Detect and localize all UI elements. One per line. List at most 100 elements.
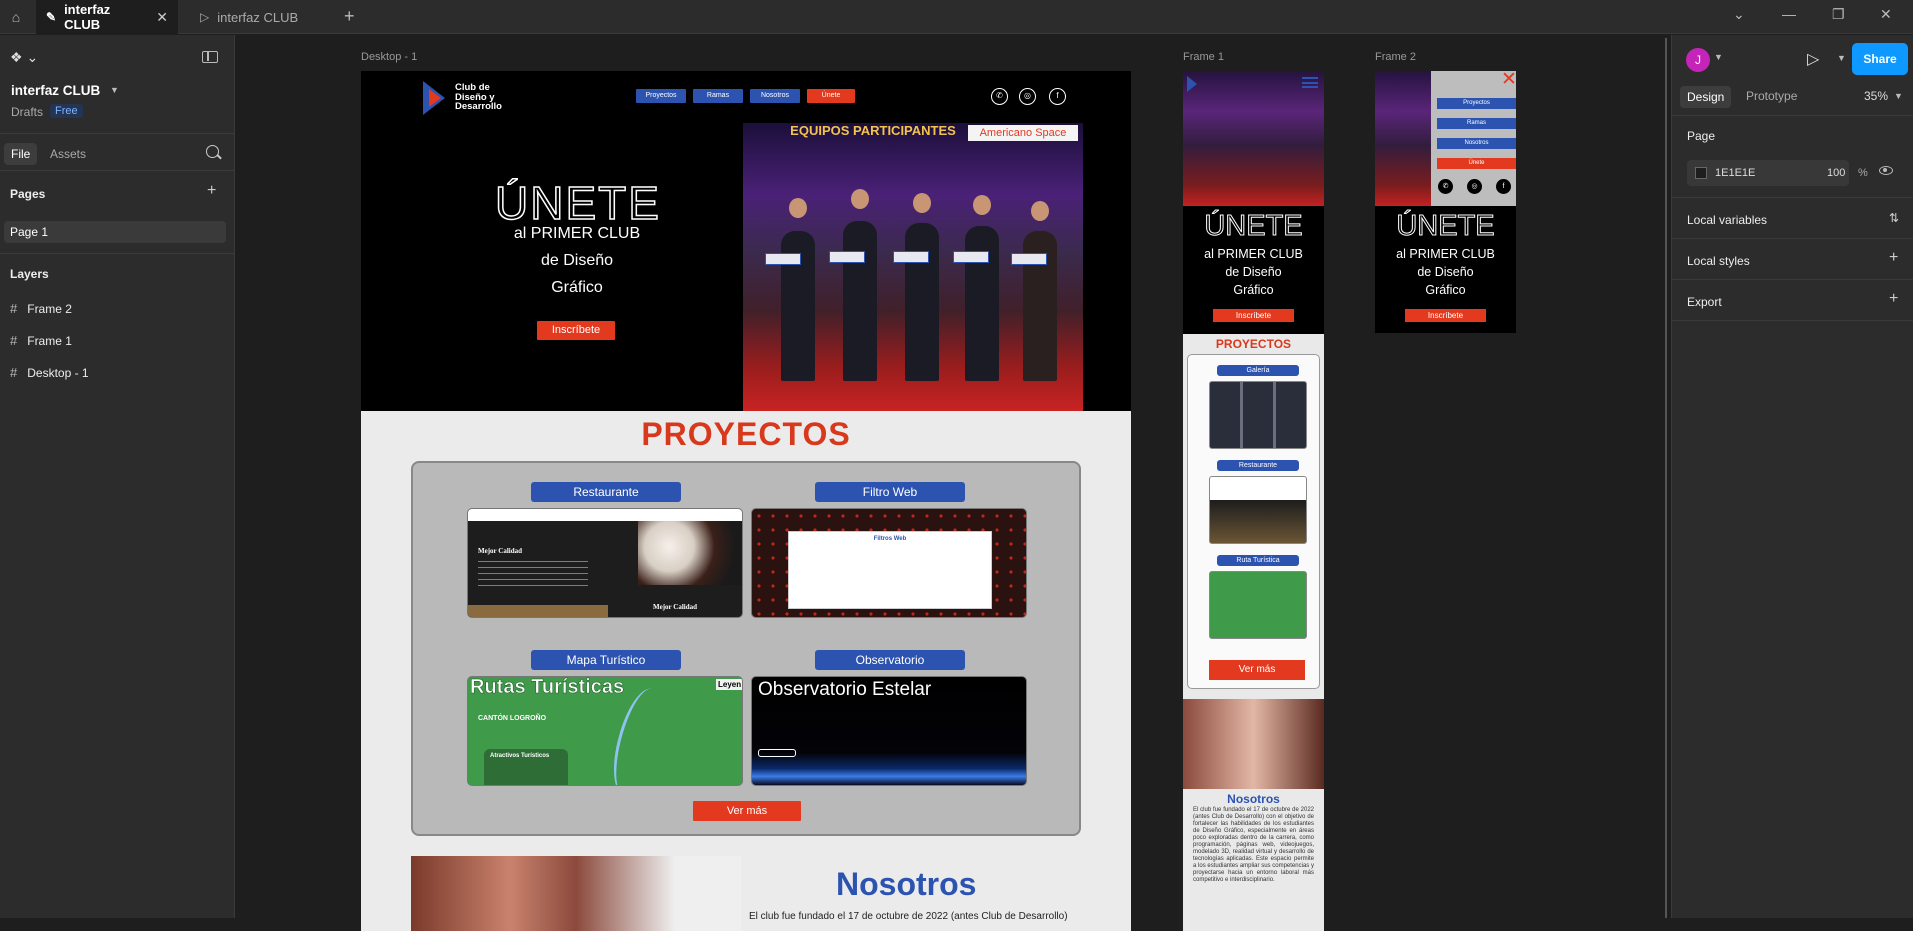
facebook-icon[interactable]: f [1496, 179, 1511, 194]
thumb-heading: Mejor Calidad [653, 603, 698, 611]
thumb-button [758, 749, 796, 757]
tab-assets[interactable]: Assets [50, 147, 86, 161]
project-label-observatorio[interactable]: Observatorio [815, 650, 965, 670]
hamburger-menu-icon[interactable] [1302, 77, 1318, 88]
thumb-image [468, 605, 608, 617]
frame-label-frame-1[interactable]: Frame 1 [1183, 51, 1224, 63]
add-export-icon[interactable]: + [1889, 290, 1898, 308]
tab-design[interactable]: Design [1680, 86, 1732, 108]
chevron-down-icon[interactable]: ▼ [1894, 91, 1903, 101]
projects-section: PROYECTOS Restaurante Filtro Web Mejor C… [361, 411, 1131, 856]
project-thumb-restaurante[interactable] [1209, 476, 1307, 544]
project-label-galeria[interactable]: Galería [1217, 365, 1299, 376]
main-menu-icon[interactable]: ❖ ⌄ [10, 49, 38, 66]
menu-item-nosotros[interactable]: Nosotros [1437, 138, 1516, 149]
variables-icon[interactable]: ⇅ [1889, 211, 1899, 225]
inscribete-button[interactable]: Inscríbete [1405, 309, 1486, 322]
project-thumb-ruta[interactable] [1209, 571, 1307, 639]
background-hex[interactable]: 1E1E1E [1715, 167, 1755, 179]
tab-file-prototype[interactable]: ▷ interfaz CLUB [190, 0, 330, 34]
layer-label: Desktop - 1 [27, 365, 89, 380]
drafts-link[interactable]: Drafts [11, 105, 43, 119]
ver-mas-button[interactable]: Ver más [693, 801, 801, 821]
whatsapp-icon[interactable]: ✆ [991, 88, 1008, 105]
frame-1[interactable]: ÚNETE al PRIMER CLUB de Diseño Gráfico I… [1183, 71, 1324, 931]
instagram-icon[interactable]: ◎ [1019, 88, 1036, 105]
canvas-scrollbar[interactable] [1665, 38, 1667, 918]
share-button[interactable]: Share [1852, 43, 1908, 75]
tab-file[interactable]: File [4, 143, 38, 165]
frame-label-desktop[interactable]: Desktop - 1 [361, 51, 417, 63]
frame-icon: # [10, 365, 18, 380]
close-icon[interactable]: ✕ [1501, 71, 1516, 89]
chevron-down-icon[interactable]: ▼ [1714, 52, 1723, 62]
hero-line-1: al PRIMER CLUB [1204, 247, 1303, 261]
layer-item-frame-2[interactable]: # Frame 2 [10, 301, 72, 316]
page-background-field[interactable]: 1E1E1E 100 [1687, 160, 1849, 186]
layer-item-frame-1[interactable]: # Frame 1 [10, 333, 72, 348]
desktop-frame[interactable]: Club de Diseño y Desarrollo Proyectos Ra… [361, 71, 1131, 931]
sidebar-toggle-icon[interactable] [202, 51, 218, 63]
hero-headline: ÚNETE [1204, 210, 1303, 243]
pages-heading: Pages [10, 187, 46, 201]
close-tab-icon[interactable]: ✕ [156, 9, 168, 26]
restore-icon[interactable]: ❐ [1832, 6, 1845, 23]
project-thumb-restaurante[interactable]: Mejor Calidad Mejor Calidad [467, 508, 743, 618]
ver-mas-button[interactable]: Ver más [1209, 660, 1305, 680]
home-icon[interactable]: ⌂ [6, 7, 26, 27]
nav-unete[interactable]: Únete [807, 89, 855, 103]
project-thumb-observatorio[interactable]: Observatorio Estelar [751, 676, 1027, 786]
nav-ramas[interactable]: Ramas [693, 89, 743, 103]
thumb-panel-title: Atractivos Turísticos [490, 753, 550, 759]
about-text: El club fue fundado el 17 de octubre de … [1193, 807, 1314, 883]
page-item-page-1[interactable]: Page 1 [4, 221, 226, 243]
project-label-ruta-turistica[interactable]: Ruta Turística [1217, 555, 1299, 566]
add-page-icon[interactable]: + [207, 182, 216, 200]
menu-item-unete[interactable]: Únete [1437, 158, 1516, 169]
eye-icon[interactable] [1879, 166, 1893, 175]
chevron-down-icon[interactable]: ▼ [1837, 53, 1846, 63]
search-icon[interactable] [206, 145, 219, 158]
minimize-icon[interactable]: — [1782, 6, 1796, 22]
project-label-filtro-web[interactable]: Filtro Web [815, 482, 965, 502]
project-thumb-mapa[interactable]: Rutas Turísticas CANTÓN LOGROÑO Atractiv… [467, 676, 743, 786]
nav-proyectos[interactable]: Proyectos [636, 89, 686, 103]
projects-title: PROYECTOS [641, 416, 851, 452]
menu-item-proyectos[interactable]: Proyectos [1437, 98, 1516, 109]
facebook-icon[interactable]: f [1049, 88, 1066, 105]
project-label-mapa-turistico[interactable]: Mapa Turístico [531, 650, 681, 670]
present-play-icon[interactable]: ▷ [1807, 49, 1819, 69]
person [843, 221, 877, 381]
background-opacity[interactable]: 100 [1827, 167, 1845, 179]
layer-item-desktop-1[interactable]: # Desktop - 1 [10, 365, 89, 380]
avatar[interactable]: J [1686, 48, 1710, 72]
chevron-down-icon[interactable]: ⌄ [1733, 6, 1745, 23]
instagram-icon[interactable]: ◎ [1467, 179, 1482, 194]
file-title[interactable]: interfaz CLUB [11, 83, 100, 98]
project-thumb-filtro-web[interactable]: Filtros Web [751, 508, 1027, 618]
tab-file-active[interactable]: ✎ interfaz CLUB ✕ [36, 0, 178, 34]
layer-label: Frame 1 [27, 333, 72, 348]
inscribete-button[interactable]: Inscríbete [1213, 309, 1294, 322]
project-thumb-galeria[interactable] [1209, 381, 1307, 449]
add-style-icon[interactable]: + [1889, 249, 1898, 267]
project-label-restaurante[interactable]: Restaurante [531, 482, 681, 502]
color-swatch[interactable] [1695, 167, 1707, 179]
layer-label: Frame 2 [27, 301, 72, 316]
nav-nosotros[interactable]: Nosotros [750, 89, 800, 103]
chevron-down-icon[interactable]: ▼ [110, 85, 119, 95]
project-label-restaurante[interactable]: Restaurante [1217, 460, 1299, 471]
new-tab-icon[interactable]: + [344, 6, 355, 27]
whatsapp-icon[interactable]: ✆ [1438, 179, 1453, 194]
local-variables-heading[interactable]: Local variables [1687, 213, 1767, 227]
inscribete-button[interactable]: Inscríbete [537, 321, 615, 340]
zoom-level[interactable]: 35% [1864, 89, 1888, 103]
person [913, 193, 931, 213]
certificate [953, 251, 989, 263]
close-window-icon[interactable]: ✕ [1880, 6, 1892, 23]
frame-label-frame-2[interactable]: Frame 2 [1375, 51, 1416, 63]
frame-2[interactable]: ✕ Proyectos Ramas Nosotros Únete ✆ ◎ f Ú… [1375, 71, 1516, 333]
local-styles-heading: Local styles [1687, 254, 1750, 268]
tab-prototype[interactable]: Prototype [1746, 89, 1797, 103]
menu-item-ramas[interactable]: Ramas [1437, 118, 1516, 129]
